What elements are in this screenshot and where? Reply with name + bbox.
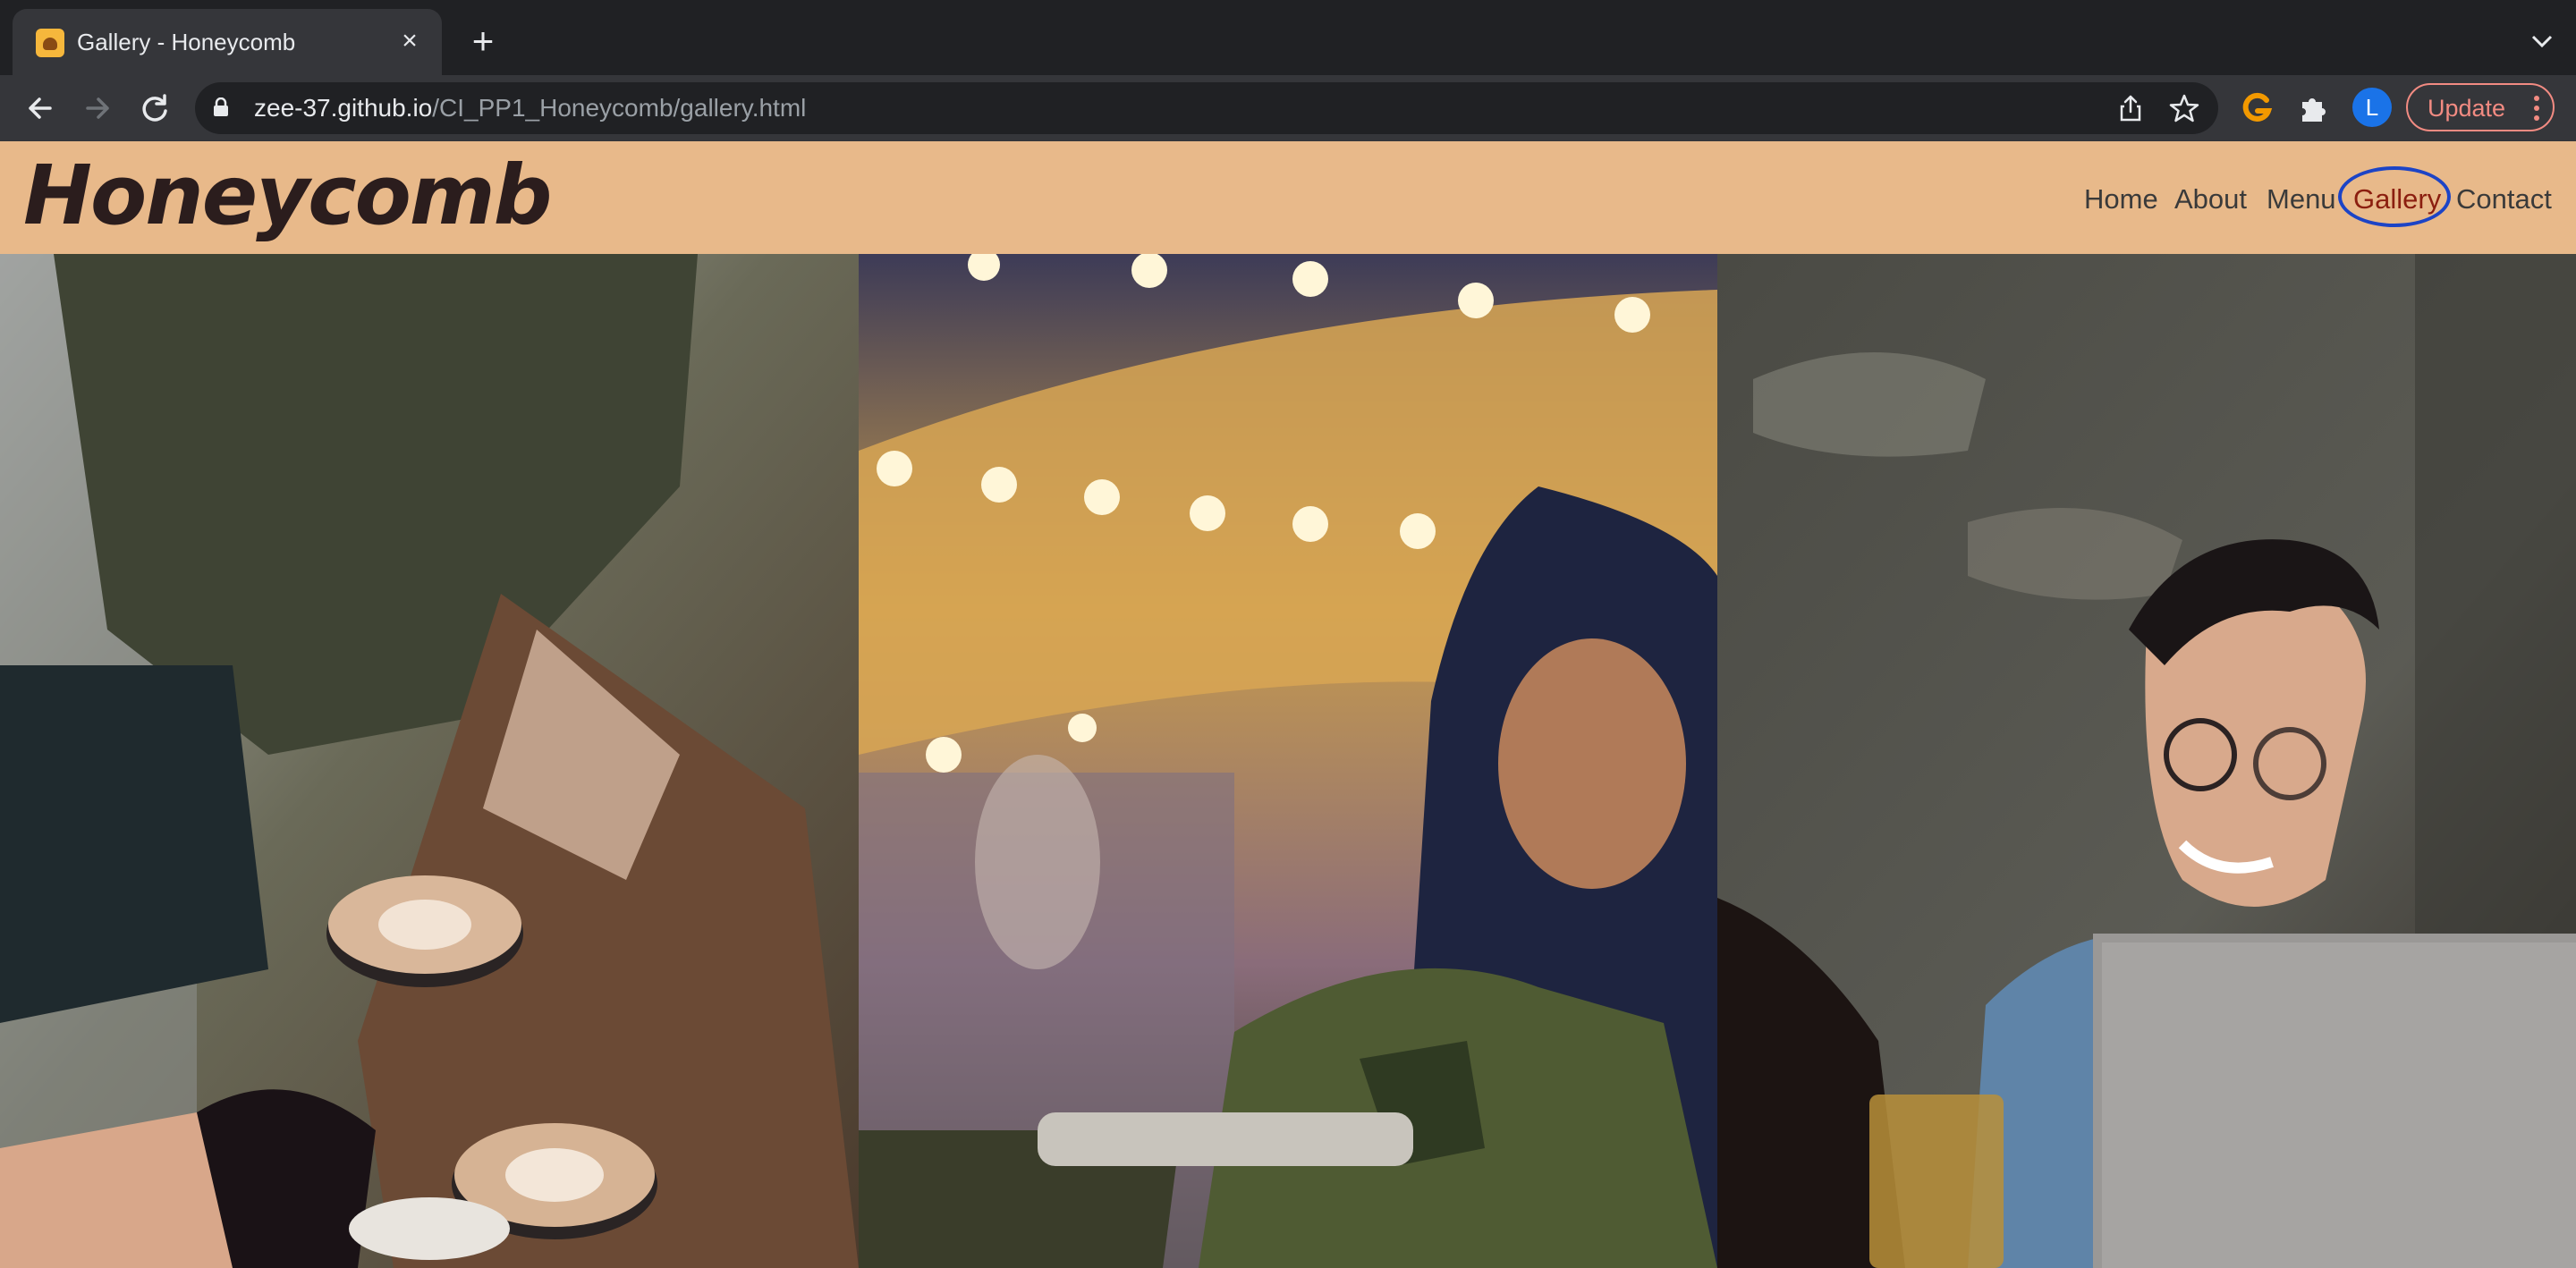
site-header: Honeycomb Home About Menu Gallery Contac… (0, 141, 2576, 254)
url-host: zee-37.github.io (254, 94, 433, 122)
profile-avatar[interactable]: L (2352, 88, 2392, 127)
nav-home-link[interactable]: Home (2084, 182, 2158, 216)
update-button[interactable]: Update (2406, 83, 2555, 131)
close-tab-icon[interactable]: × (394, 25, 426, 57)
url-text[interactable]: zee-37.github.io/CI_PP1_Honeycomb/galler… (254, 93, 806, 123)
browser-toolbar: zee-37.github.io/CI_PP1_Honeycomb/galler… (0, 75, 2576, 141)
site-logo[interactable]: Honeycomb (23, 147, 553, 245)
share-icon[interactable] (2114, 92, 2147, 124)
forward-arrow-icon[interactable] (77, 88, 118, 129)
laughing-person-photo (1717, 254, 2576, 1268)
nav-contact-link[interactable]: Contact (2456, 182, 2552, 216)
update-label: Update (2428, 95, 2506, 122)
address-bar[interactable]: zee-37.github.io/CI_PP1_Honeycomb/galler… (195, 82, 2218, 134)
new-tab-icon[interactable]: + (463, 21, 503, 61)
tab-title: Gallery - Honeycomb (77, 29, 296, 55)
extensions-puzzle-icon[interactable] (2293, 88, 2334, 129)
extension-g-icon[interactable] (2236, 88, 2277, 129)
browser-tabstrip: Gallery - Honeycomb × + (0, 0, 2576, 75)
kebab-menu-icon[interactable] (2533, 96, 2540, 121)
reload-icon[interactable] (134, 88, 175, 129)
gallery-highlight-ring (2338, 166, 2451, 227)
honeycomb-favicon-icon (36, 29, 64, 57)
bartender-photo (859, 254, 1717, 1268)
lock-icon[interactable] (213, 97, 229, 117)
coffee-toast-photo (0, 254, 859, 1268)
nav-menu-link[interactable]: Menu (2267, 182, 2336, 216)
bookmark-star-icon[interactable] (2168, 92, 2200, 124)
browser-tab[interactable]: Gallery - Honeycomb × (13, 9, 442, 75)
back-arrow-icon[interactable] (20, 88, 61, 129)
nav-about-link[interactable]: About (2174, 182, 2247, 216)
url-path: /CI_PP1_Honeycomb/gallery.html (432, 94, 807, 122)
chevron-down-icon[interactable] (2524, 23, 2560, 59)
gallery-grid (0, 254, 2576, 1268)
